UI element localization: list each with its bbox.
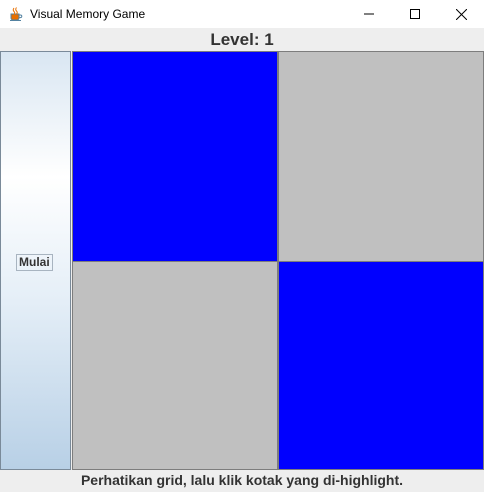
maximize-button[interactable] — [392, 0, 438, 28]
minimize-button[interactable] — [346, 0, 392, 28]
start-button-label: Mulai — [16, 254, 53, 271]
window-title: Visual Memory Game — [30, 7, 146, 21]
level-label: Level: 1 — [0, 28, 484, 50]
start-button[interactable]: Mulai — [0, 51, 71, 470]
memory-grid — [72, 51, 484, 470]
maximize-icon — [410, 9, 420, 19]
grid-cell-r2-c2[interactable] — [278, 261, 484, 470]
close-button[interactable] — [438, 0, 484, 28]
close-icon — [455, 8, 467, 20]
grid-cell-r1-c2[interactable] — [278, 51, 484, 262]
title-bar[interactable]: Visual Memory Game — [0, 0, 484, 28]
app-window: Visual Memory Game Level: 1 Mulai Perhat… — [0, 0, 484, 492]
grid-cell-r1-c1[interactable] — [72, 51, 278, 262]
java-coffee-cup-icon — [8, 6, 24, 22]
grid-cell-r2-c1[interactable] — [72, 261, 278, 470]
status-message: Perhatikan grid, lalu klik kotak yang di… — [0, 470, 484, 492]
minimize-icon — [364, 13, 374, 15]
